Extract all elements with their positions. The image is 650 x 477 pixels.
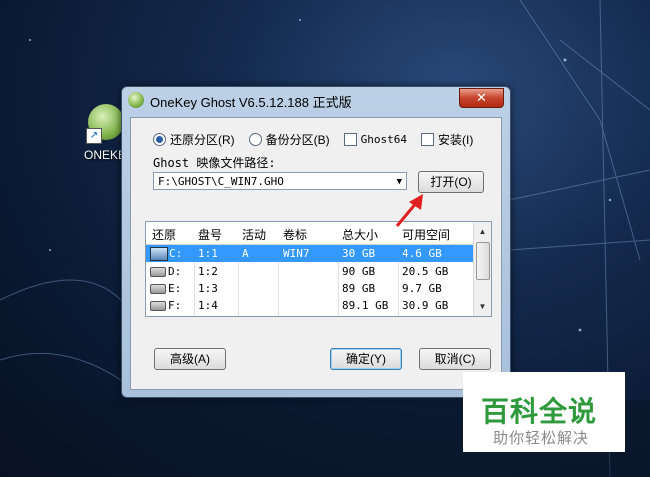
col-header-total[interactable]: 总大小 [342,226,378,243]
scroll-up-icon[interactable]: ▲ [474,224,491,239]
total-cell: 89 GB [342,282,376,295]
table-row[interactable]: C: 1:1 A WIN7 30 GB 4.6 GB [146,245,474,262]
advanced-button[interactable]: 高级(A) [154,348,226,370]
drive-cell: C: [150,247,182,261]
dropdown-arrow-icon[interactable]: ▼ [397,173,402,191]
ghost64-option[interactable]: Ghost64 [343,132,408,146]
ghost64-label: Ghost64 [360,132,408,146]
disk-cell: 1:4 [198,299,218,312]
dialog-body: 还原分区(R) 备份分区(B) Ghost64 安装(I) Ghost 映像文件… [130,117,502,390]
drive-cell: D: [150,265,181,278]
drive-cell: E: [150,282,181,295]
table-row[interactable]: D: 1:2 90 GB 20.5 GB [146,263,474,280]
backup-radio[interactable] [248,132,262,146]
table-row[interactable]: E: 1:3 89 GB 9.7 GB [146,280,474,297]
hard-drive-icon [150,301,166,311]
cancel-button[interactable]: 取消(C) [419,348,491,370]
free-cell: 4.6 GB [402,247,442,260]
system-drive-icon [150,247,168,261]
col-header-disk[interactable]: 盘号 [198,226,222,243]
image-path-value: F:\GHOST\C_WIN7.GHO [158,175,284,188]
partition-table: 还原 盘号 活动 卷标 总大小 可用空间 C: 1:1 A WIN7 30 GB… [145,221,492,317]
col-header-volume[interactable]: 卷标 [283,226,307,243]
total-cell: 89.1 GB [342,299,389,312]
ghost64-checkbox[interactable] [343,132,357,146]
ok-button[interactable]: 确定(Y) [330,348,402,370]
free-cell: 30.9 GB [402,299,449,312]
scroll-down-icon[interactable]: ▼ [474,299,491,314]
title-bar[interactable]: OneKey Ghost V6.5.12.188 正式版 ✕ [122,87,510,113]
shortcut-arrow-icon: ↗ [86,128,102,144]
watermark-title: 百科全说 [481,396,598,427]
table-row[interactable]: F: 1:4 89.1 GB 30.9 GB [146,297,474,314]
close-button[interactable]: ✕ [459,88,504,108]
watermark-badge: 百科全说 助你轻松解决 [463,372,625,452]
free-cell: 9.7 GB [402,282,442,295]
mode-options: 还原分区(R) 备份分区(B) Ghost64 安装(I) [153,130,487,148]
image-path-combobox[interactable]: F:\GHOST\C_WIN7.GHO ▼ [153,172,407,190]
hard-drive-icon [150,267,166,277]
volume-cell: WIN7 [283,247,310,260]
image-path-label: Ghost 映像文件路径: [153,156,276,170]
hard-drive-icon [150,284,166,294]
restore-option[interactable]: 还原分区(R) [153,131,235,148]
restore-radio[interactable] [153,132,166,146]
total-cell: 90 GB [342,265,376,278]
app-logo-icon [128,92,144,108]
onekey-app-icon: ↗ [86,104,124,144]
disk-cell: 1:2 [198,265,218,278]
col-header-restore[interactable]: 还原 [152,226,176,243]
install-checkbox[interactable] [421,132,435,146]
table-scrollbar[interactable]: ▲ ▼ [473,222,491,316]
install-option[interactable]: 安装(I) [421,131,473,148]
scroll-thumb[interactable] [476,242,490,280]
active-cell: A [242,247,249,260]
red-pointer-arrow-icon [395,194,423,227]
desktop-shortcut-onekey[interactable]: ↗ ONEKE [84,104,127,164]
total-cell: 30 GB [342,247,376,260]
restore-label: 还原分区(R) [170,132,235,147]
install-label: 安装(I) [438,132,474,147]
onekey-ghost-window: OneKey Ghost V6.5.12.188 正式版 ✕ 还原分区(R) 备… [121,86,511,398]
backup-option[interactable]: 备份分区(B) [248,131,330,148]
disk-cell: 1:3 [198,282,218,295]
desktop-icon-label: ONEKE [84,148,127,162]
watermark-subtitle: 助你轻松解决 [493,430,590,447]
drive-cell: F: [150,299,181,312]
backup-label: 备份分区(B) [265,132,330,147]
free-cell: 20.5 GB [402,265,449,278]
window-title: OneKey Ghost V6.5.12.188 正式版 [150,95,352,110]
col-header-active[interactable]: 活动 [242,226,266,243]
disk-cell: 1:1 [198,247,218,260]
